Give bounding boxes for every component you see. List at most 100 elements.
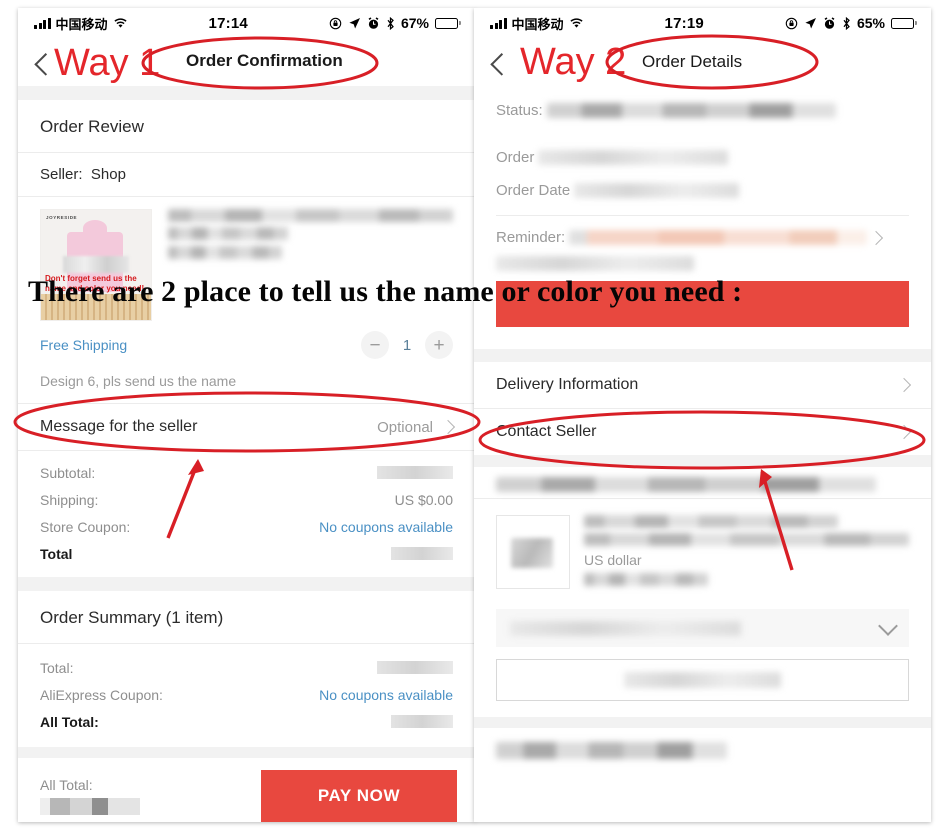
summary-row[interactable]: AliExpress Coupon: No coupons available xyxy=(18,681,475,708)
navigation-rows-section: Delivery Information Contact Seller xyxy=(474,362,931,455)
price-row: Shipping: US $0.00 xyxy=(18,486,475,513)
price-label: Subtotal: xyxy=(40,464,96,481)
status-bar-right: 中国移动 17:19 65% xyxy=(474,8,931,38)
carrier-label: 中国移动 xyxy=(511,16,564,32)
redacted-product-variant xyxy=(168,246,282,259)
back-chevron-icon[interactable] xyxy=(490,53,513,76)
order-review-section: Order Review Seller: Shop JOYRESIDE Don'… xyxy=(18,100,475,577)
summary-row: Total: xyxy=(18,654,475,681)
redacted-item-title-line-2 xyxy=(584,533,909,546)
pay-all-total-label: All Total: xyxy=(40,777,93,793)
redacted-item-price xyxy=(584,573,708,586)
section-gap xyxy=(18,747,475,758)
select-dropdown[interactable] xyxy=(496,609,909,647)
wifi-icon xyxy=(113,18,127,28)
phone-screenshot-right: 中国移动 17:19 65% Way 2 Order Details Statu… xyxy=(474,8,931,822)
status-bar-left: 中国移动 17:14 67% xyxy=(18,8,475,38)
redacted-order-date xyxy=(574,183,740,198)
redacted-pay-amount xyxy=(40,798,140,815)
signal-bars-icon xyxy=(490,17,507,29)
store-row[interactable] xyxy=(474,467,931,498)
order-item-section: US dollar xyxy=(474,467,931,717)
aliexpress-coupon-link[interactable]: No coupons available xyxy=(319,687,453,703)
currency-note: US dollar xyxy=(584,552,642,568)
order-review-title: Order Review xyxy=(40,117,144,136)
free-shipping-label[interactable]: Free Shipping xyxy=(40,337,127,353)
quantity-value: 1 xyxy=(402,336,412,354)
redacted-price-value xyxy=(377,466,453,479)
battery-percent-label: 65% xyxy=(856,15,885,31)
quantity-increase-button[interactable]: + xyxy=(425,331,453,359)
redacted-thumbnail-content xyxy=(511,538,553,568)
redacted-item-title-line-1 xyxy=(584,515,838,528)
price-row[interactable]: Store Coupon: No coupons available xyxy=(18,513,475,540)
status-bar-left-group: 中国移动 xyxy=(34,14,128,33)
message-for-seller-row[interactable]: Message for the seller Optional xyxy=(18,404,475,450)
chevron-right-icon xyxy=(896,424,912,440)
summary-label: AliExpress Coupon: xyxy=(40,686,163,703)
order-detail-fields: Status: Order Order Date Reminder: xyxy=(474,86,931,349)
price-row-total: Total xyxy=(18,540,475,567)
section-gap xyxy=(18,577,475,591)
redacted-reminder-text xyxy=(569,230,867,245)
redacted-reminder-line-2 xyxy=(496,256,695,271)
wifi-icon xyxy=(569,18,583,28)
page-title-order-confirmation: Order Confirmation xyxy=(186,51,343,70)
design-note-text: Design 6, pls send us the name xyxy=(40,373,237,389)
order-product-thumbnail[interactable] xyxy=(496,515,570,589)
annotation-headline: There are 2 place to tell us the name or… xyxy=(28,275,743,308)
text-input-field[interactable] xyxy=(496,659,909,701)
seller-row[interactable]: Seller: Shop xyxy=(18,153,475,196)
message-for-seller-label: Message for the seller xyxy=(40,418,198,435)
order-number-row: Order xyxy=(474,141,931,174)
chevron-right-icon[interactable] xyxy=(868,230,883,245)
alarm-clock-icon xyxy=(824,16,835,29)
store-coupon-link[interactable]: No coupons available xyxy=(319,519,453,535)
bluetooth-icon xyxy=(843,16,850,30)
section-gap xyxy=(474,717,931,728)
redacted-product-title-line-2 xyxy=(168,227,288,240)
redacted-input-value xyxy=(624,672,781,688)
redacted-total-value xyxy=(391,547,453,560)
price-breakdown: Subtotal: Shipping: US $0.00 Store Coupo… xyxy=(18,451,475,577)
redacted-footer-text xyxy=(496,742,728,759)
summary-label: Total: xyxy=(40,659,74,676)
status-bar-right-group: 67% xyxy=(329,15,461,31)
chevron-down-icon xyxy=(878,615,898,636)
status-bar-time: 17:14 xyxy=(208,14,248,32)
page-title-order-details: Order Details xyxy=(642,52,743,71)
price-label: Store Coupon: xyxy=(40,518,131,535)
section-gap xyxy=(474,455,931,467)
contact-seller-row[interactable]: Contact Seller xyxy=(474,409,931,455)
pay-now-button[interactable]: PAY NOW xyxy=(261,770,457,822)
order-product-row[interactable]: US dollar xyxy=(474,499,931,599)
status-bar-time: 17:19 xyxy=(664,14,704,32)
redacted-product-title-line-1 xyxy=(168,209,453,222)
signal-bars-icon xyxy=(34,17,51,29)
shipping-and-quantity-row: Free Shipping − 1 + xyxy=(18,327,475,367)
total-label: Total xyxy=(40,545,73,562)
message-for-seller-value: Optional xyxy=(377,418,433,436)
product-image-brand: JOYRESIDE xyxy=(46,215,78,220)
reminder-row[interactable]: Reminder: xyxy=(474,216,931,254)
rotation-lock-icon xyxy=(785,17,798,29)
way-1-annotation-label: Way 1 xyxy=(54,42,161,84)
delivery-information-row[interactable]: Delivery Information xyxy=(474,362,931,408)
nav-bar-right: Way 2 Order Details xyxy=(474,38,931,86)
quantity-stepper[interactable]: − 1 + xyxy=(361,331,453,359)
location-arrow-icon xyxy=(349,17,360,28)
order-product-info: US dollar xyxy=(570,515,909,591)
battery-icon xyxy=(891,17,917,29)
pay-bar-total: All Total: xyxy=(40,777,140,815)
way-2-annotation-label: Way 2 xyxy=(520,41,627,83)
contact-seller-label: Contact Seller xyxy=(496,423,597,440)
redacted-status-value xyxy=(546,103,836,118)
battery-icon xyxy=(435,17,461,29)
section-gap xyxy=(474,349,931,362)
redacted-store-name xyxy=(496,477,876,492)
status-row: Status: xyxy=(474,94,931,127)
order-date-label: Order Date xyxy=(496,182,571,199)
alarm-clock-icon xyxy=(368,16,379,29)
quantity-decrease-button[interactable]: − xyxy=(361,331,389,359)
bluetooth-icon xyxy=(387,16,394,30)
